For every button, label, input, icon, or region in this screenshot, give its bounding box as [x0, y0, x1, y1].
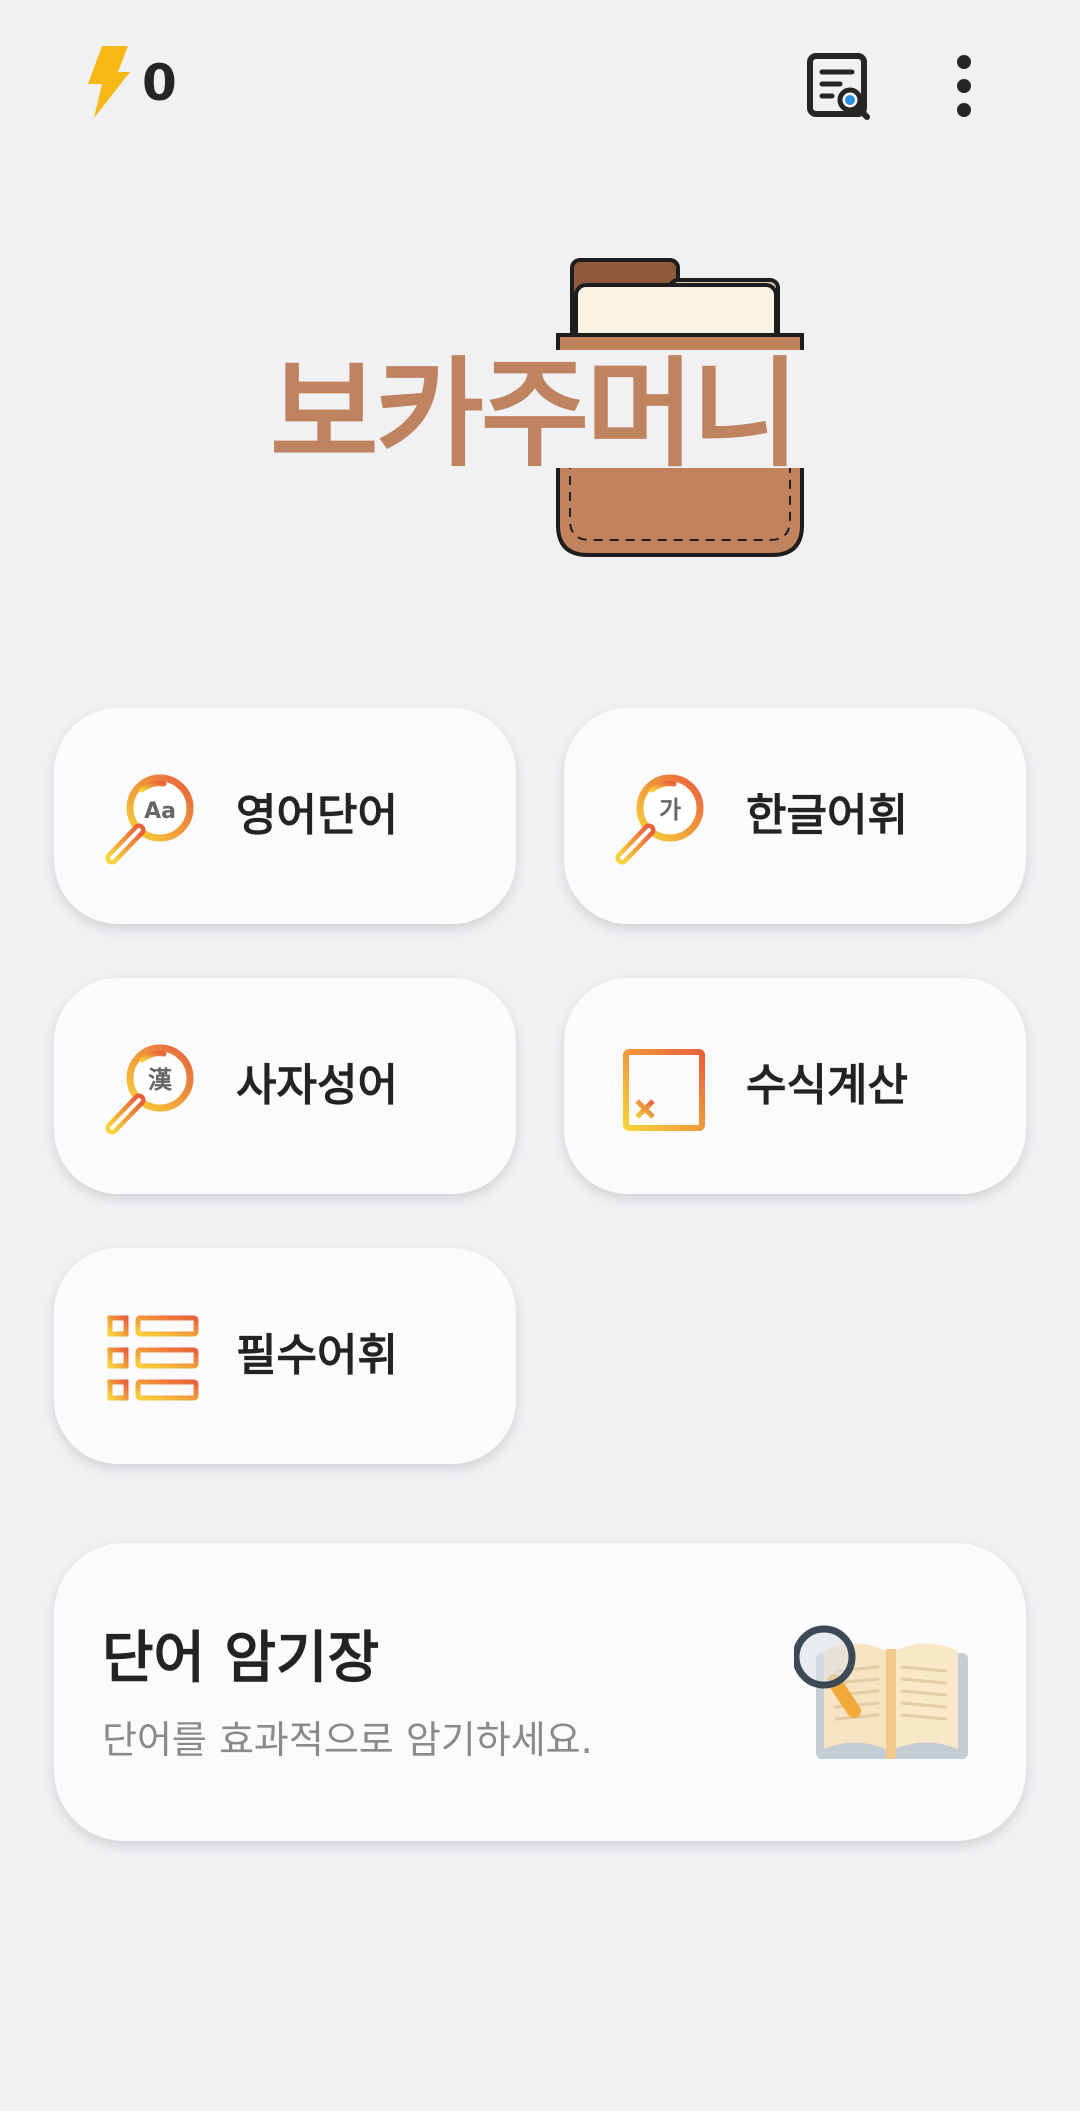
category-label: 영어단어 — [236, 790, 398, 841]
magnifier-icon: 가 — [615, 774, 704, 865]
magnifier-icon: 漢 — [105, 1044, 194, 1135]
top-bar: 0 — [0, 0, 1080, 170]
document-search-button[interactable] — [800, 48, 876, 124]
calculator-icon — [623, 1049, 705, 1131]
list-icon — [107, 1315, 199, 1401]
lightning-bolt-icon — [88, 46, 130, 118]
app-logo: 보카주머니 — [270, 258, 810, 557]
category-card-idioms[interactable]: 漢 사자성어 — [54, 978, 516, 1194]
memo-title: 단어 암기장 — [102, 1626, 380, 1691]
category-label: 한글어휘 — [746, 790, 908, 841]
magnifier-badge: 漢 — [148, 1066, 173, 1094]
category-card-essential[interactable]: 필수어휘 — [54, 1248, 516, 1464]
category-card-math[interactable]: 수식계산 — [564, 978, 1026, 1194]
memo-subtitle: 단어를 효과적으로 암기하세요. — [102, 1718, 593, 1762]
points-count: 0 — [142, 54, 177, 112]
magnifier-badge: Aa — [144, 799, 176, 824]
more-vert-icon — [957, 55, 971, 117]
category-label: 수식계산 — [746, 1060, 908, 1111]
category-card-korean[interactable]: 가 한글어휘 — [564, 708, 1026, 924]
logo-text: 보카주머니 — [270, 345, 800, 483]
category-label: 사자성어 — [236, 1060, 398, 1111]
magnifier-badge: 가 — [659, 796, 681, 824]
document-search-icon — [807, 53, 870, 120]
magnifier-icon: Aa — [105, 774, 194, 865]
more-options-button[interactable] — [940, 52, 988, 120]
category-card-english[interactable]: Aa 영어단어 — [54, 708, 516, 924]
book-magnifier-icon — [794, 1625, 968, 1759]
category-label: 필수어휘 — [236, 1330, 398, 1381]
word-memo-card[interactable]: 단어 암기장 단어를 효과적으로 암기하세요. — [54, 1543, 1026, 1841]
